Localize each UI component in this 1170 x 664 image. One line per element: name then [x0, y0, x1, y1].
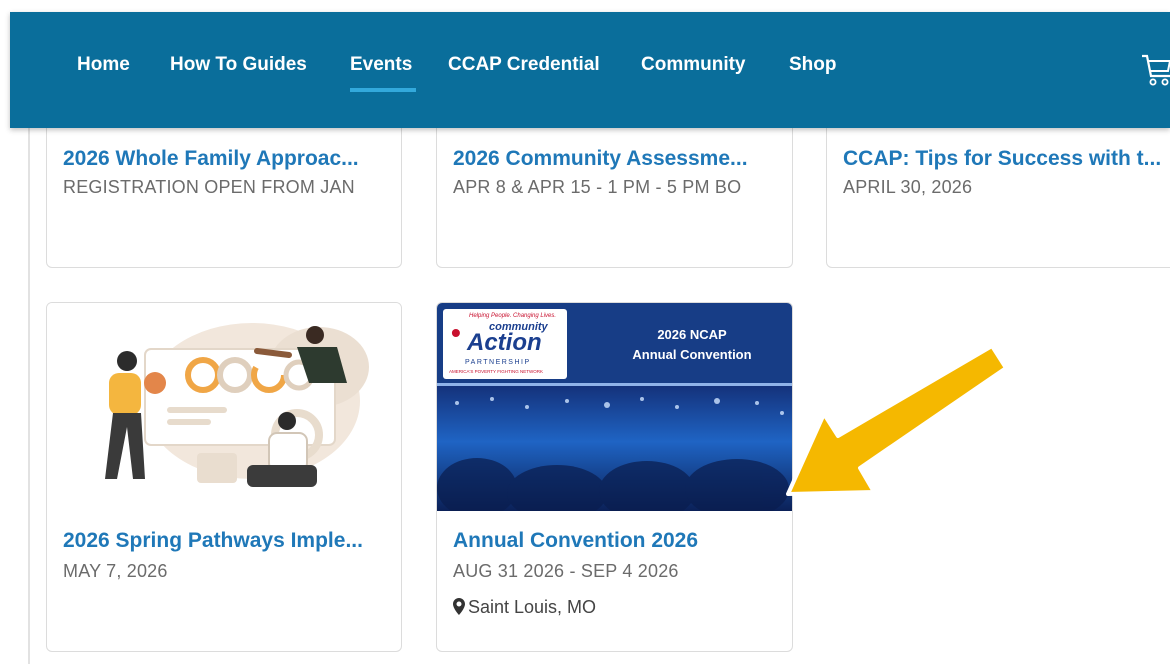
event-date: AUG 31 2026 - SEP 4 2026: [453, 561, 679, 581]
nav-community[interactable]: Community: [641, 54, 746, 76]
event-date: MAY 7, 2026: [63, 561, 168, 581]
event-title[interactable]: CCAP: Tips for Success with t...: [843, 147, 1170, 171]
map-pin-icon: [453, 598, 465, 615]
top-navigation: Home How To Guides Events CCAP Credentia…: [10, 12, 1170, 128]
community-action-logo: Helping People. Changing Lives. • commun…: [443, 309, 567, 379]
event-card[interactable]: Helping People. Changing Lives. • commun…: [436, 302, 793, 652]
event-date: APR 8 & APR 15 - 1 PM - 5 PM BO: [453, 177, 742, 197]
event-card[interactable]: 2026 Spring Pathways Imple... MAY 7, 202…: [46, 302, 402, 652]
event-date: REGISTRATION OPEN FROM JAN: [63, 177, 355, 197]
event-title[interactable]: 2026 Whole Family Approac...: [63, 147, 393, 171]
event-location-text: Saint Louis, MO: [468, 597, 597, 617]
content-left-border: [28, 128, 30, 664]
event-title[interactable]: 2026 Spring Pathways Imple...: [63, 529, 393, 553]
convention-heading-1: 2026 NCAP: [657, 327, 727, 342]
event-date: APRIL 30, 2026: [843, 177, 973, 197]
nav-events[interactable]: Events: [350, 54, 412, 76]
nav-home[interactable]: Home: [77, 54, 130, 76]
event-location: Saint Louis, MO: [453, 597, 596, 618]
arrow-annotation: [786, 344, 1008, 496]
nav-how-to-guides[interactable]: How To Guides: [170, 54, 307, 76]
event-illustration: [47, 303, 401, 511]
cart-icon[interactable]: [1140, 48, 1170, 90]
convention-heading-2: Annual Convention: [632, 347, 752, 362]
nav-ccap-credential[interactable]: CCAP Credential: [448, 54, 600, 76]
event-title[interactable]: 2026 Community Assessme...: [453, 147, 783, 171]
nav-shop[interactable]: Shop: [789, 54, 837, 76]
active-nav-indicator: [350, 88, 416, 92]
event-title[interactable]: Annual Convention 2026: [453, 529, 783, 553]
convention-banner: Helping People. Changing Lives. • commun…: [437, 303, 792, 511]
